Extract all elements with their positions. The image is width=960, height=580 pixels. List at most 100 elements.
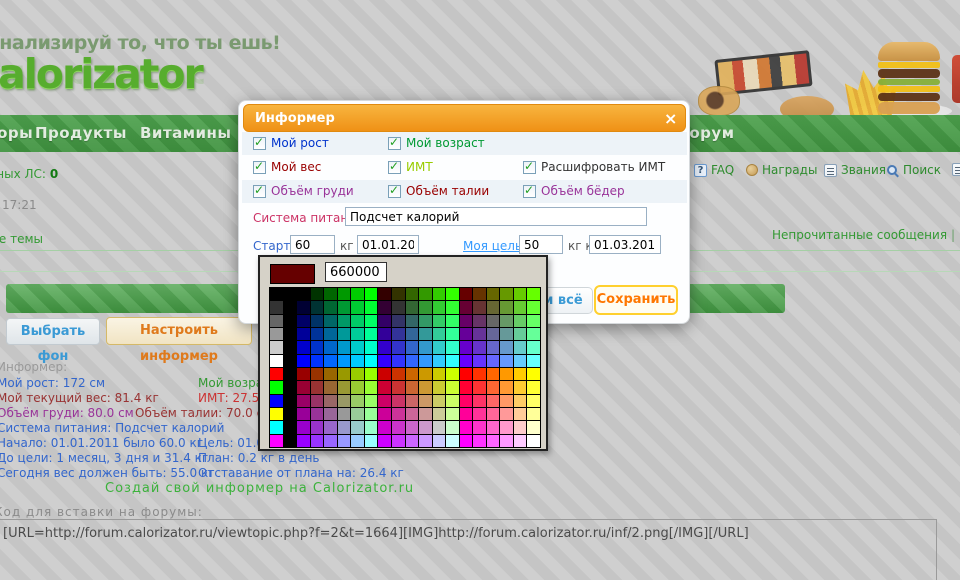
palette-cell[interactable]	[500, 315, 513, 327]
palette-cell[interactable]	[419, 328, 432, 340]
palette-cell[interactable]	[297, 341, 310, 353]
palette-cell[interactable]	[406, 408, 419, 420]
palette-cell[interactable]	[446, 421, 459, 433]
palette-cell[interactable]	[311, 288, 324, 300]
palette-cell[interactable]	[378, 395, 391, 407]
palette-cell[interactable]	[378, 315, 391, 327]
palette-cell[interactable]	[446, 288, 459, 300]
toolbar-link[interactable]: Награды	[746, 163, 817, 177]
palette-cell[interactable]	[378, 301, 391, 313]
palette-cell[interactable]	[378, 355, 391, 367]
unread-messages-link[interactable]: Непрочитанные сообщения	[772, 228, 947, 242]
palette-cell[interactable]	[500, 421, 513, 433]
palette-cell[interactable]	[270, 395, 283, 407]
palette-cell[interactable]	[324, 395, 337, 407]
palette-cell[interactable]	[514, 435, 527, 447]
palette-cell[interactable]	[338, 355, 351, 367]
palette-cell[interactable]	[324, 408, 337, 420]
goal-weight-input[interactable]	[519, 235, 563, 254]
palette-cell[interactable]	[514, 355, 527, 367]
palette-cell[interactable]	[473, 341, 486, 353]
palette-cell[interactable]	[527, 381, 540, 393]
palette-cell[interactable]	[392, 381, 405, 393]
palette-cell[interactable]	[392, 288, 405, 300]
palette-cell[interactable]	[406, 435, 419, 447]
palette-cell[interactable]	[419, 355, 432, 367]
palette-cell[interactable]	[406, 288, 419, 300]
palette-cell[interactable]	[351, 315, 364, 327]
palette-cell[interactable]	[473, 328, 486, 340]
palette-cell[interactable]	[378, 328, 391, 340]
palette-cell[interactable]	[406, 341, 419, 353]
palette-cell[interactable]	[297, 301, 310, 313]
palette-cell[interactable]	[324, 368, 337, 380]
palette-cell[interactable]	[365, 381, 378, 393]
palette-cell[interactable]	[473, 435, 486, 447]
palette-cell[interactable]	[351, 368, 364, 380]
palette-cell[interactable]	[433, 341, 446, 353]
goal-date-input[interactable]	[589, 235, 661, 254]
checkbox-option[interactable]: ✓ИМТ	[388, 160, 433, 174]
palette-cell[interactable]	[392, 315, 405, 327]
palette-cell[interactable]	[324, 341, 337, 353]
palette-cell[interactable]	[460, 341, 473, 353]
palette-cell[interactable]	[378, 368, 391, 380]
toolbar-link[interactable]: Звания	[824, 163, 886, 177]
palette-cell[interactable]	[527, 341, 540, 353]
palette-cell[interactable]	[324, 355, 337, 367]
toolbar-link[interactable]: ?FAQ	[694, 163, 734, 177]
palette-cell[interactable]	[433, 435, 446, 447]
goal-label[interactable]: Моя цель:	[463, 239, 526, 253]
configure-informer-button[interactable]: Настроить информер	[106, 317, 252, 345]
palette-cell[interactable]	[433, 368, 446, 380]
palette-cell[interactable]	[460, 368, 473, 380]
palette-cell[interactable]	[473, 421, 486, 433]
palette-cell[interactable]	[338, 395, 351, 407]
nav-item[interactable]: Продукты	[35, 124, 127, 142]
palette-cell[interactable]	[324, 288, 337, 300]
palette-cell[interactable]	[487, 421, 500, 433]
palette-cell[interactable]	[284, 381, 297, 393]
palette-cell[interactable]	[378, 341, 391, 353]
palette-cell[interactable]	[460, 395, 473, 407]
palette-cell[interactable]	[473, 315, 486, 327]
close-icon[interactable]: ×	[664, 109, 677, 128]
palette-cell[interactable]	[297, 368, 310, 380]
palette-cell[interactable]	[514, 315, 527, 327]
palette-cell[interactable]	[378, 288, 391, 300]
palette-cell[interactable]	[284, 341, 297, 353]
palette-cell[interactable]	[527, 288, 540, 300]
palette-cell[interactable]	[297, 408, 310, 420]
palette-cell[interactable]	[284, 315, 297, 327]
palette-cell[interactable]	[527, 408, 540, 420]
palette-cell[interactable]	[365, 421, 378, 433]
palette-cell[interactable]	[500, 435, 513, 447]
palette-cell[interactable]	[500, 381, 513, 393]
palette-cell[interactable]	[324, 301, 337, 313]
palette-cell[interactable]	[433, 408, 446, 420]
palette-cell[interactable]	[433, 395, 446, 407]
palette-cell[interactable]	[378, 435, 391, 447]
palette-cell[interactable]	[419, 395, 432, 407]
checkbox-option[interactable]: ✓Мой вес	[253, 160, 321, 174]
palette-cell[interactable]	[487, 355, 500, 367]
checkbox[interactable]: ✓	[253, 161, 266, 174]
save-button[interactable]: Сохранить	[594, 285, 678, 315]
palette-cell[interactable]	[473, 355, 486, 367]
palette-cell[interactable]	[365, 355, 378, 367]
palette-cell[interactable]	[365, 315, 378, 327]
palette-cell[interactable]	[324, 421, 337, 433]
create-informer-link[interactable]: Создай свой информер на Calorizator.ru	[105, 481, 414, 496]
palette-cell[interactable]	[338, 421, 351, 433]
palette-cell[interactable]	[324, 315, 337, 327]
palette-cell[interactable]	[270, 288, 283, 300]
palette-cell[interactable]	[446, 408, 459, 420]
palette-cell[interactable]	[365, 435, 378, 447]
palette-cell[interactable]	[487, 381, 500, 393]
palette-cell[interactable]	[473, 301, 486, 313]
palette-cell[interactable]	[487, 288, 500, 300]
palette-cell[interactable]	[284, 355, 297, 367]
palette-cell[interactable]	[406, 421, 419, 433]
palette-cell[interactable]	[392, 408, 405, 420]
palette-cell[interactable]	[338, 341, 351, 353]
